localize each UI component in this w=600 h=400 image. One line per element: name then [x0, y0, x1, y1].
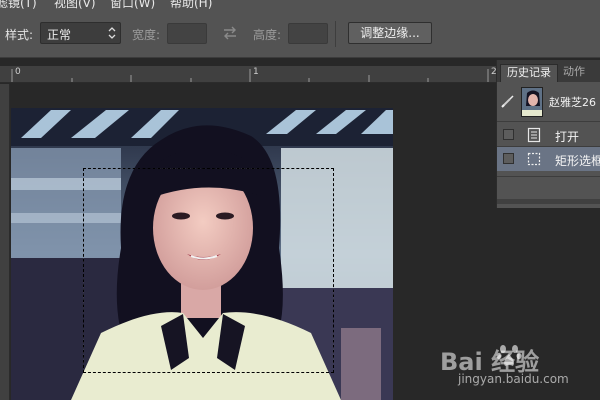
snapshot-title: 赵雅芝26: [549, 96, 596, 109]
rectangular-marquee-icon: [527, 152, 541, 166]
options-bar: 样式: 正常 宽度: 高度: 调整边缘...: [0, 9, 600, 58]
height-label: 高度:: [253, 28, 282, 42]
tab-actions[interactable]: 动作: [557, 64, 591, 82]
snapshot-thumbnail: [521, 87, 543, 117]
history-panel: 历史记录 动作 赵雅芝26 打开 矩形选框: [496, 60, 600, 208]
watermark-url: jingyan.baidu.com: [458, 372, 569, 386]
ruler-ticks: [11, 69, 489, 82]
menu-bar: 滤镜(T) 视图(V) 窗口(W) 帮助(H): [0, 0, 600, 9]
style-select[interactable]: 正常: [40, 22, 121, 44]
history-snapshot[interactable]: 赵雅芝26: [497, 82, 600, 122]
paw-icon: [496, 345, 522, 366]
width-input[interactable]: [167, 23, 207, 44]
height-input[interactable]: [288, 23, 328, 44]
horizontal-ruler[interactable]: 0 1 2: [0, 66, 496, 83]
history-brush-icon[interactable]: [501, 94, 515, 108]
width-label: 宽度:: [132, 28, 161, 42]
document-canvas[interactable]: [11, 84, 496, 400]
menu-window[interactable]: 窗口(W): [110, 0, 155, 9]
history-item-selected[interactable]: 矩形选框: [497, 147, 600, 171]
style-label: 样式:: [5, 28, 34, 42]
tab-history[interactable]: 历史记录: [500, 64, 558, 82]
history-item-label: 矩形选框: [555, 154, 600, 168]
panel-scrollbar[interactable]: [497, 199, 600, 204]
history-source-checkbox[interactable]: [503, 129, 514, 140]
menu-view[interactable]: 视图(V): [54, 0, 96, 9]
menu-help[interactable]: 帮助(H): [170, 0, 212, 9]
menu-filter[interactable]: 滤镜(T): [0, 0, 37, 9]
vertical-ruler[interactable]: [0, 84, 10, 400]
style-value: 正常: [47, 28, 72, 42]
rectangular-selection-marquee[interactable]: [83, 168, 334, 373]
ruler-mark: 1: [253, 67, 259, 77]
baidu-jingyan-watermark: Bai 经验 jingyan.baidu.com: [440, 330, 590, 390]
document-icon: [527, 127, 541, 143]
ruler-mark: 0: [15, 67, 21, 77]
options-divider: [335, 21, 336, 47]
panel-tabs: 历史记录 动作: [497, 60, 600, 82]
refine-edge-button[interactable]: 调整边缘...: [348, 22, 432, 44]
history-item[interactable]: 打开: [497, 123, 600, 147]
swap-icon[interactable]: [222, 25, 238, 41]
select-arrows-icon: [108, 27, 116, 39]
history-item-label: 打开: [555, 130, 580, 144]
history-source-checkbox[interactable]: [503, 153, 514, 164]
